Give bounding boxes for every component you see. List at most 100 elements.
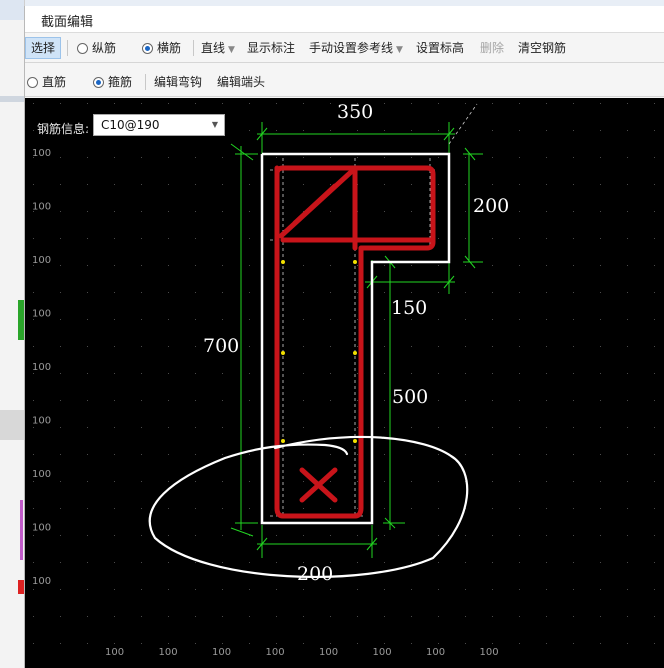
grid-dot — [195, 427, 196, 428]
grid-dot — [141, 103, 142, 104]
grid-dot — [330, 616, 331, 617]
straight-bar-label: 直筋 — [42, 75, 67, 89]
select-button[interactable]: 选择 — [25, 37, 62, 59]
transverse-radio[interactable]: 横筋 — [142, 39, 181, 57]
grid-dot — [654, 319, 655, 320]
grid-dot — [60, 103, 61, 104]
grid-dot — [33, 616, 34, 617]
grid-label-left: 100 — [32, 255, 51, 266]
grid-dot — [465, 319, 466, 320]
dialog-title: 截面编辑 — [41, 15, 94, 30]
grid-dot — [411, 184, 412, 185]
grid-dot — [114, 373, 115, 374]
grid-dot — [60, 292, 61, 293]
grid-dot — [357, 508, 358, 509]
grid-dot — [627, 265, 628, 266]
longitudinal-radio[interactable]: 纵筋 — [77, 39, 116, 57]
grid-dot — [33, 238, 34, 239]
grid-dot — [573, 481, 574, 482]
grid-dot — [411, 157, 412, 158]
grid-dot — [546, 589, 547, 590]
grid-dot — [627, 427, 628, 428]
grid-dot — [519, 589, 520, 590]
grid-label-bottom: 100 — [426, 647, 445, 658]
grid-dot — [519, 373, 520, 374]
grid-dot — [87, 535, 88, 536]
grid-dot — [357, 373, 358, 374]
grid-dot — [141, 238, 142, 239]
grid-dot — [492, 454, 493, 455]
clear-rebar-button[interactable]: 清空钢筋 — [518, 39, 566, 57]
grid-dot — [87, 238, 88, 239]
grid-dot — [546, 400, 547, 401]
grid-dot — [465, 589, 466, 590]
grid-dot — [546, 346, 547, 347]
grid-dot — [600, 427, 601, 428]
grid-dot — [141, 319, 142, 320]
grid-dot — [546, 616, 547, 617]
grid-dot — [60, 400, 61, 401]
grid-dot — [411, 346, 412, 347]
grid-dot — [600, 238, 601, 239]
grid-label-bottom: 100 — [159, 647, 178, 658]
grid-dot — [546, 157, 547, 158]
grid-dot — [357, 589, 358, 590]
grid-dot — [384, 157, 385, 158]
grid-dot — [87, 373, 88, 374]
grid-dot — [303, 454, 304, 455]
grid-dot — [195, 238, 196, 239]
grid-dot — [114, 616, 115, 617]
grid-dot — [438, 211, 439, 212]
straight-bar-radio[interactable]: 直筋 — [27, 73, 66, 91]
grid-dot — [519, 454, 520, 455]
grid-dot — [303, 616, 304, 617]
grid-dot — [546, 373, 547, 374]
grid-dot — [330, 508, 331, 509]
grid-dot — [330, 157, 331, 158]
section-drawing[interactable]: 100 100 100 100 100 100 100 100 100 100 100 100 100 1… — [25, 98, 664, 668]
grid-dot — [384, 373, 385, 374]
grid-dot — [384, 292, 385, 293]
grid-dot — [654, 508, 655, 509]
grid-dot — [168, 481, 169, 482]
grid-dot — [168, 643, 169, 644]
grid-dot — [87, 265, 88, 266]
grid-dot — [33, 535, 34, 536]
grid-dot — [546, 184, 547, 185]
drawing-canvas[interactable]: 100 100 100 100 100 100 100 100 100 100 100 100 100 1… — [25, 98, 664, 668]
dim-right-lower-text: 500 — [392, 386, 428, 408]
grid-dot — [600, 508, 601, 509]
grid-dot — [519, 211, 520, 212]
grid-dot — [87, 319, 88, 320]
manual-ref-dropdown[interactable]: 手动设置参考线 ▼ — [309, 39, 403, 57]
grid-dot — [492, 373, 493, 374]
delete-button[interactable]: 删除 — [480, 39, 504, 57]
line-mode-dropdown[interactable]: 直线 ▼ — [201, 39, 235, 57]
grid-dot — [600, 184, 601, 185]
grid-dot — [573, 211, 574, 212]
grid-dot — [573, 184, 574, 185]
set-elevation-button[interactable]: 设置标高 — [416, 39, 464, 57]
grid-dot — [357, 562, 358, 563]
grid-dot — [438, 535, 439, 536]
grid-dot — [573, 157, 574, 158]
grid-dot — [519, 643, 520, 644]
stirrup-radio[interactable]: 箍筋 — [93, 73, 132, 91]
edit-hook-button[interactable]: 编辑弯钩 — [154, 73, 202, 91]
grid-dot — [546, 130, 547, 131]
show-dims-button[interactable]: 显示标注 — [247, 39, 295, 57]
grid-dot — [546, 508, 547, 509]
grid-dot — [573, 130, 574, 131]
rebar-info-combobox[interactable]: C10@190 ▼ — [93, 114, 225, 136]
grid-dot — [114, 508, 115, 509]
stirrup-label: 箍筋 — [108, 75, 133, 89]
grid-dot — [546, 427, 547, 428]
grid-dot — [168, 400, 169, 401]
grid-dot — [357, 535, 358, 536]
edit-end-button[interactable]: 编辑端头 — [217, 73, 265, 91]
grid-dot — [60, 535, 61, 536]
grid-dot — [195, 643, 196, 644]
main-toolbar: 选择 纵筋 横筋 直线 ▼ 显示标注 手动设置参考线 ▼ 设置标高 删除 清空钢筋 — [25, 34, 664, 63]
grid-dot — [573, 616, 574, 617]
grid-dot — [627, 643, 628, 644]
